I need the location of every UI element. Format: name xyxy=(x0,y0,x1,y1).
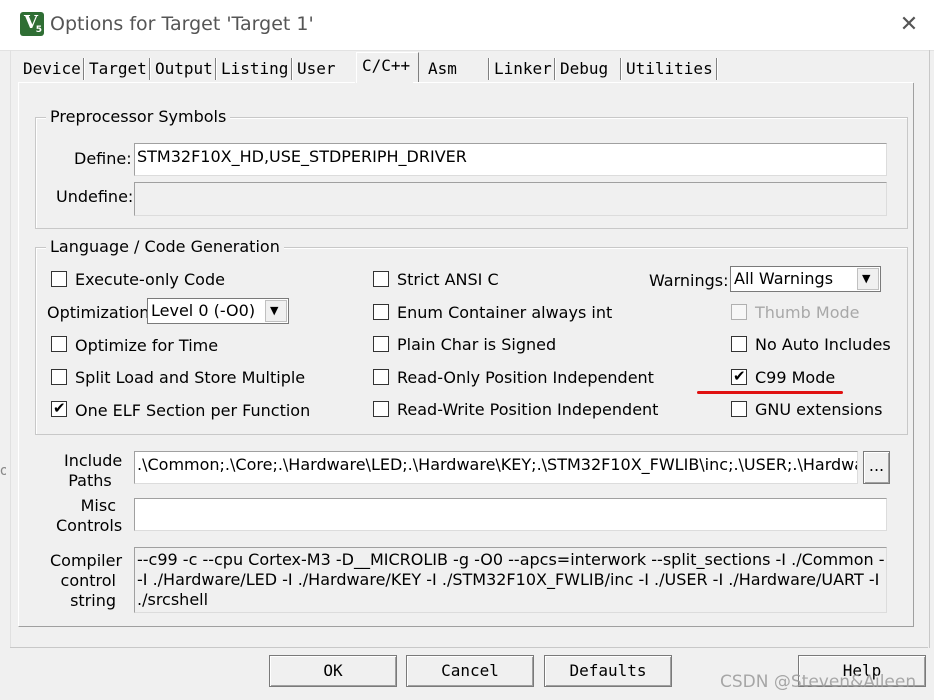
include-paths-label: Include Paths xyxy=(64,451,123,490)
chevron-down-icon[interactable]: ▼ xyxy=(265,300,287,322)
highlight-annotation-underline xyxy=(697,391,843,394)
cancel-button[interactable]: Cancel xyxy=(406,655,534,687)
c99-mode-checkbox[interactable]: ✔ xyxy=(731,367,747,385)
chevron-down-icon[interactable]: ▼ xyxy=(857,268,879,290)
rw-position-checkbox[interactable] xyxy=(373,401,389,417)
keil-app-icon: V5 xyxy=(20,12,44,36)
one-elf-checkbox[interactable]: ✔ xyxy=(51,399,67,417)
tab-output[interactable]: Output xyxy=(152,56,217,82)
define-field[interactable]: STM32F10X_HD,USE_STDPERIPH_DRIVER xyxy=(134,143,887,176)
misc-controls-label: Misc Controls xyxy=(56,496,123,535)
title-bar: V5 Options for Target 'Target 1' ✕ xyxy=(0,0,934,51)
language-group-title: Language / Code Generation xyxy=(46,237,284,256)
execute-only-checkbox[interactable] xyxy=(51,271,67,287)
include-paths-browse-button[interactable]: ... xyxy=(863,451,890,484)
plain-char-checkbox[interactable] xyxy=(373,336,389,352)
plain-char-label: Plain Char is Signed xyxy=(397,335,557,354)
misc-controls-field[interactable] xyxy=(134,498,887,531)
compiler-control-label: Compiler control string xyxy=(50,551,123,610)
enum-container-checkbox[interactable] xyxy=(373,304,389,320)
thumb-mode-checkbox[interactable] xyxy=(731,304,747,320)
split-load-label: Split Load and Store Multiple xyxy=(75,368,306,387)
optimize-time-label: Optimize for Time xyxy=(75,336,219,355)
optimize-time-checkbox[interactable] xyxy=(51,336,67,352)
ok-button[interactable]: OK xyxy=(269,655,397,687)
no-auto-includes-label: No Auto Includes xyxy=(755,335,891,354)
define-label: Define: xyxy=(74,149,132,168)
background-text-fragment: oc xyxy=(0,463,6,479)
tab-debug[interactable]: Debug xyxy=(557,56,622,82)
watermark: CSDN @Steven&Aileen xyxy=(720,672,917,692)
gnu-extensions-label: GNU extensions xyxy=(755,400,883,419)
undefine-field[interactable] xyxy=(134,182,887,216)
gnu-extensions-checkbox[interactable] xyxy=(731,401,747,417)
rw-position-label: Read-Write Position Independent xyxy=(397,400,659,419)
execute-only-label: Execute-only Code xyxy=(75,270,225,289)
tab-listing[interactable]: Listing xyxy=(218,56,293,82)
checkmark-icon: ✔ xyxy=(53,399,66,417)
c99-mode-label: C99 Mode xyxy=(755,368,836,387)
strict-ansi-label: Strict ANSI C xyxy=(397,270,499,289)
tab-c-cpp[interactable]: C/C++ xyxy=(356,52,419,83)
compiler-control-string[interactable]: --c99 -c --cpu Cortex-M3 -D__MICROLIB -g… xyxy=(134,547,887,613)
footer-separator xyxy=(10,647,928,648)
ro-position-label: Read-Only Position Independent xyxy=(397,368,654,387)
no-auto-includes-checkbox[interactable] xyxy=(731,336,747,352)
optimization-label: Optimization: xyxy=(47,303,155,322)
tab-asm[interactable]: Asm xyxy=(425,56,490,82)
ro-position-checkbox[interactable] xyxy=(373,369,389,385)
split-load-checkbox[interactable] xyxy=(51,369,67,385)
tab-device[interactable]: Device xyxy=(20,56,85,82)
checkmark-icon: ✔ xyxy=(733,367,746,385)
undefine-label: Undefine: xyxy=(56,187,134,206)
warnings-label: Warnings: xyxy=(649,271,729,290)
optimization-select[interactable]: Level 0 (-O0) ▼ xyxy=(147,298,289,324)
tab-utilities[interactable]: Utilities xyxy=(623,56,718,82)
enum-container-label: Enum Container always int xyxy=(397,303,613,322)
close-icon[interactable]: ✕ xyxy=(896,12,922,38)
include-paths-field[interactable]: .\Common;.\Core;.\Hardware\LED;.\Hardwar… xyxy=(134,451,858,484)
thumb-mode-label: Thumb Mode xyxy=(755,303,860,322)
strict-ansi-checkbox[interactable] xyxy=(373,271,389,287)
tab-user[interactable]: User xyxy=(294,56,357,82)
tab-linker[interactable]: Linker xyxy=(491,56,556,82)
one-elf-label: One ELF Section per Function xyxy=(75,401,311,420)
tab-target[interactable]: Target xyxy=(86,56,151,82)
warnings-select[interactable]: All Warnings ▼ xyxy=(730,266,881,292)
window-title: Options for Target 'Target 1' xyxy=(50,13,314,35)
defaults-button[interactable]: Defaults xyxy=(544,655,672,687)
preprocessor-group-title: Preprocessor Symbols xyxy=(46,107,231,126)
